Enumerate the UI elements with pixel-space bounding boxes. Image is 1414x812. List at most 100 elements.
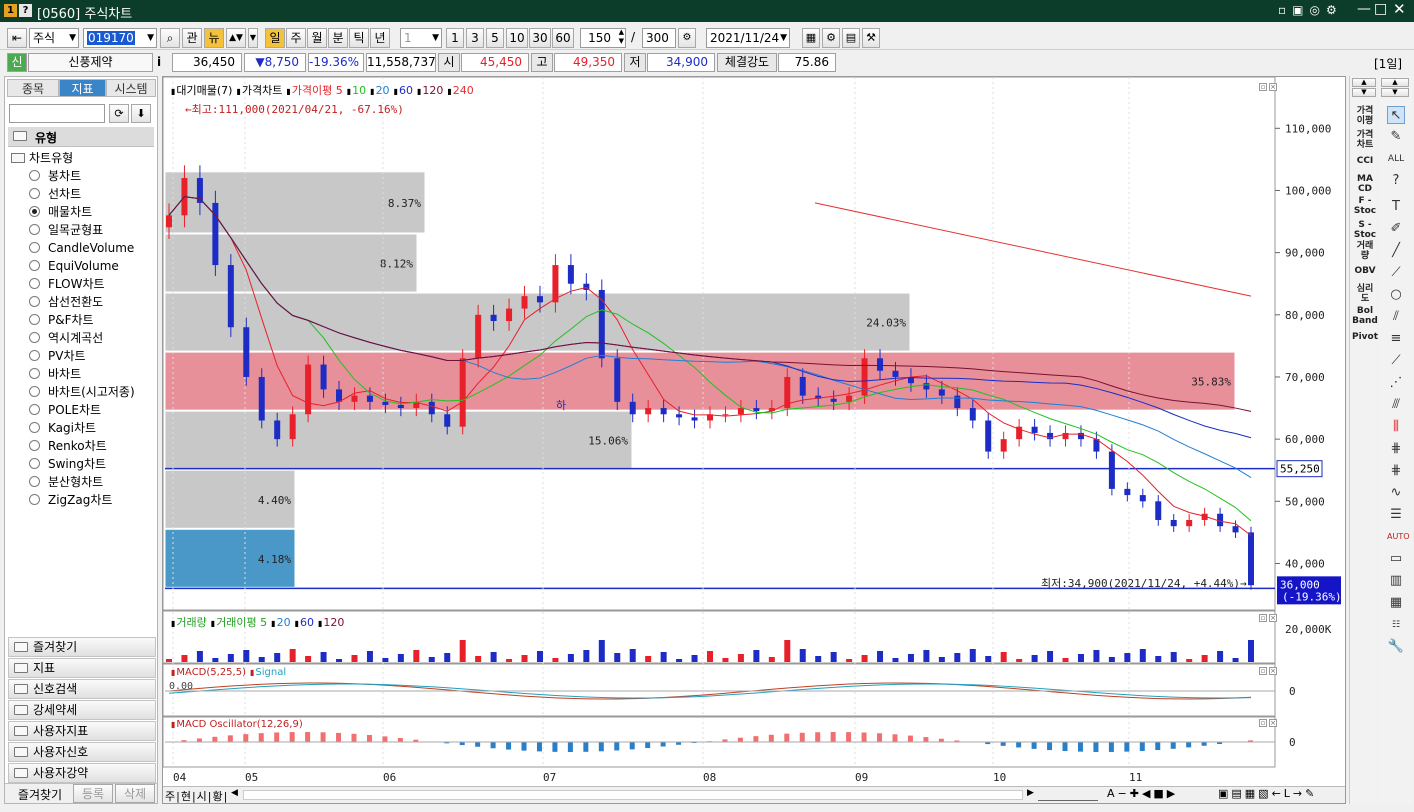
chart-type-item[interactable]: 역시계곡선 <box>29 329 103 347</box>
radio-icon[interactable] <box>29 332 40 343</box>
view-controls-icon[interactable]: ▣▤▦▧←L→✎ <box>1218 787 1317 800</box>
radio-icon[interactable] <box>29 440 40 451</box>
period-day[interactable]: 일 <box>265 28 285 48</box>
scroll-up-icon[interactable]: ▲ <box>1381 78 1409 87</box>
tab-stocks[interactable]: 종목 <box>7 79 59 97</box>
text-icon[interactable]: T <box>1387 198 1405 216</box>
ind-macd[interactable]: MA CD <box>1352 174 1378 194</box>
legend-item[interactable]: 60 <box>300 616 314 629</box>
legend-item[interactable]: 60 <box>399 84 413 97</box>
section-header[interactable]: 유형 <box>8 127 154 147</box>
chart-type-item[interactable]: CandleVolume <box>29 239 134 257</box>
ind-cci[interactable]: CCI <box>1352 156 1378 166</box>
radio-icon[interactable] <box>29 296 40 307</box>
chart-type-item[interactable]: FLOW차트 <box>29 275 105 293</box>
scroll-right-icon[interactable]: ▶ <box>1027 788 1034 798</box>
arc-icon[interactable]: ⫻ <box>1387 396 1405 414</box>
period-month[interactable]: 월 <box>307 28 327 48</box>
interval-30[interactable]: 30 <box>529 28 551 48</box>
updown-icon[interactable]: ▲▼ <box>226 28 246 48</box>
eraser-icon[interactable]: ✎ <box>1387 128 1405 146</box>
scroll-left-icon[interactable]: ◀ <box>231 788 238 798</box>
settings-small-icon[interactable]: ⚙ <box>678 28 696 48</box>
legend-item[interactable]: 가격이평 5 <box>292 84 343 97</box>
ind-pivot[interactable]: Pivot <box>1352 332 1378 342</box>
all-icon[interactable]: ALL <box>1387 150 1405 168</box>
grid-tool-icon[interactable]: ⋕ <box>1387 440 1405 458</box>
chevron-down-icon[interactable]: ▼ <box>248 28 258 48</box>
download-icon[interactable]: ⬇ <box>131 104 151 123</box>
chart-type-item[interactable]: 선차트 <box>29 185 81 203</box>
ind-volume[interactable]: 거래 량 <box>1352 241 1378 261</box>
minimize-icon[interactable]: — <box>1357 1 1371 17</box>
price-legend[interactable]: ▮대기매물(7) ▮가격차트 ▮가격이평 5 ▮10 ▮20 ▮60 ▮120 ▮240 <box>171 82 478 98</box>
maximize-icon[interactable]: □ <box>1374 1 1387 17</box>
bars-icon[interactable]: ▥ <box>1387 572 1405 590</box>
tree-root[interactable]: 차트유형 <box>11 149 73 167</box>
news-button[interactable]: 뉴 <box>204 28 224 48</box>
legend-item[interactable]: 거래량 <box>176 616 206 629</box>
chart-type-item[interactable]: 봉차트 <box>29 167 81 185</box>
pane-close-icon[interactable]: × <box>1269 614 1277 622</box>
ind-price-ma[interactable]: 가격 이평 <box>1352 106 1378 126</box>
window-icon[interactable]: ▭ <box>1387 550 1405 568</box>
radio-icon[interactable] <box>29 350 40 361</box>
radio-icon[interactable] <box>29 476 40 487</box>
sub-tabs[interactable]: 주|현|시|황| <box>165 788 228 804</box>
wave-icon[interactable]: ⋕ <box>1387 462 1405 480</box>
close-icon[interactable]: ✕ <box>1393 0 1406 18</box>
radio-icon[interactable] <box>29 170 40 181</box>
chart-type-item[interactable]: Swing차트 <box>29 455 106 473</box>
ind-price-chart[interactable]: 가격 차트 <box>1352 130 1378 150</box>
chart-type-item[interactable]: EquiVolume <box>29 257 119 275</box>
delete-button[interactable]: 삭제 <box>115 784 155 803</box>
save-icon[interactable]: ▤ <box>842 28 860 48</box>
pane-max-icon[interactable]: ▫ <box>1259 83 1267 91</box>
help-icon[interactable]: ? <box>1387 172 1405 190</box>
chart-type-item[interactable]: Renko차트 <box>29 437 107 455</box>
auto-icon[interactable]: AUTO <box>1387 528 1410 546</box>
zoom-slider[interactable] <box>1038 788 1098 801</box>
legend-item[interactable]: 대기매물(7) <box>176 84 232 97</box>
legend-item[interactable]: MACD(5,25,5) <box>176 667 246 678</box>
accordion-item[interactable]: 사용자지표 <box>8 721 156 741</box>
cursor-icon[interactable]: ↖ <box>1387 106 1405 124</box>
count-stepper[interactable]: 150 ▲ ▼ <box>580 28 626 48</box>
chart-mini-icon[interactable]: ▦ <box>1387 594 1405 612</box>
chart-type-item[interactable]: 매물차트 <box>29 203 92 221</box>
ind-f-stoc[interactable]: F - Stoc <box>1352 196 1378 216</box>
tab-indicators[interactable]: 지표 <box>59 79 106 97</box>
legend-item[interactable]: 거래이평 5 <box>216 616 267 629</box>
chart-type-item[interactable]: PV차트 <box>29 347 86 365</box>
radio-icon[interactable] <box>29 422 40 433</box>
period-count-select[interactable]: 1 ▼ <box>400 28 442 48</box>
chart-type-item[interactable]: 일목균형표 <box>29 221 103 239</box>
osc-legend[interactable]: ▮MACD Oscillator(12,26,9) <box>171 719 307 730</box>
scroll-up-icon[interactable]: ▲ <box>1352 78 1376 87</box>
accordion-item[interactable]: 사용자강약 <box>8 763 156 783</box>
bottom-tab-favorites[interactable]: 즐겨찾기 <box>9 786 71 803</box>
interval-10[interactable]: 10 <box>506 28 528 48</box>
cycle-icon[interactable]: ∿ <box>1387 484 1405 502</box>
circle-icon[interactable]: ○ <box>1387 286 1405 304</box>
chart-svg[interactable]: 8.37% 8.12% 24.03% 35.83% 15.06% 4.40% 4.18% 11… <box>163 77 1345 803</box>
refresh-icon[interactable]: ⟳ <box>109 104 129 123</box>
prev-stock-icon[interactable]: ⇤ <box>7 28 27 48</box>
chart-icon[interactable]: ▦ <box>802 28 820 48</box>
level-icon[interactable]: ☰ <box>1387 506 1405 524</box>
chart-type-item[interactable]: 삼선전환도 <box>29 293 103 311</box>
pane-max-icon[interactable]: ▫ <box>1259 667 1267 675</box>
radio-icon[interactable] <box>29 242 40 253</box>
period-minute[interactable]: 분 <box>328 28 348 48</box>
chart-type-item[interactable]: Kagi차트 <box>29 419 96 437</box>
chart-type-item[interactable]: P&F차트 <box>29 311 94 329</box>
code-input[interactable]: 019170 ▼ <box>83 28 157 48</box>
legend-item[interactable]: MACD Oscillator(12,26,9) <box>176 719 302 730</box>
zoom-controls-icon[interactable]: A−✚◀■▶ <box>1107 787 1178 800</box>
fibo-icon[interactable]: ≡ <box>1387 330 1405 348</box>
legend-item[interactable]: 20 <box>376 84 390 97</box>
line-icon[interactable]: ╱ <box>1387 242 1405 260</box>
scroll-down-icon[interactable]: ▼ <box>1352 88 1376 97</box>
total-field[interactable]: 300 <box>642 28 676 48</box>
ind-obv[interactable]: OBV <box>1352 266 1378 276</box>
